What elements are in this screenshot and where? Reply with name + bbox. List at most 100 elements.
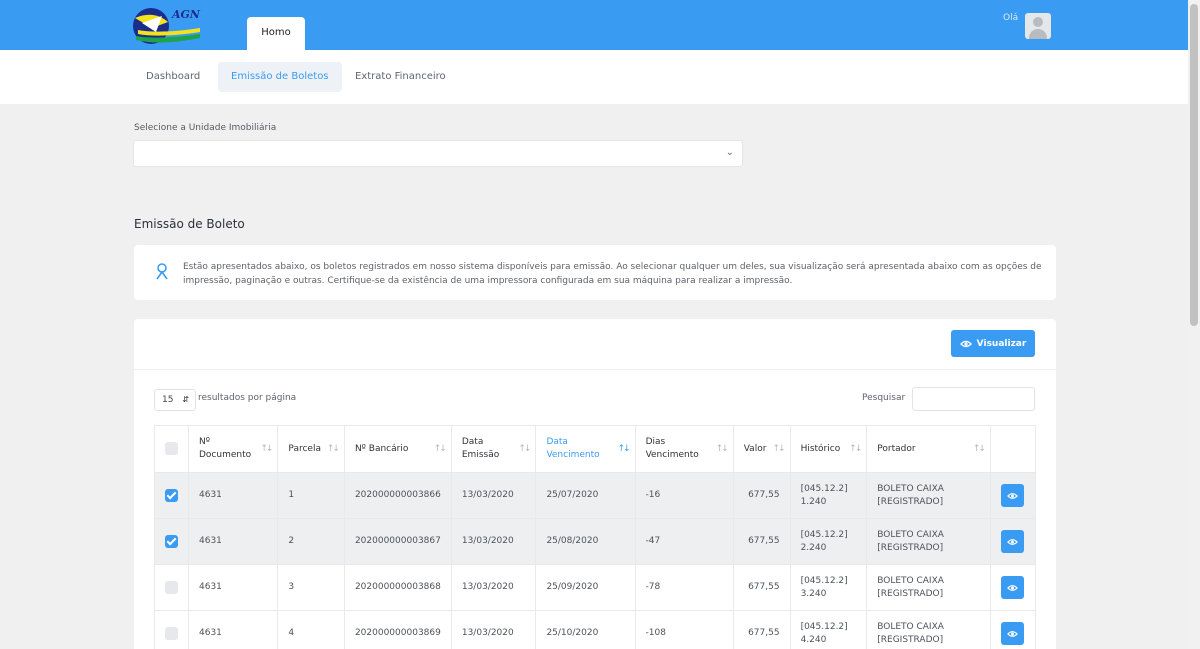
cell-portador: BOLETO CAIXA [REGISTRADO] — [866, 564, 991, 611]
subnav-item-extrato-financeiro[interactable]: Extrato Financeiro — [342, 62, 459, 92]
cell-documento: 4631 — [187, 472, 279, 519]
avatar-body-icon — [1029, 29, 1047, 39]
top-bar: AGN Homo Olá — [0, 0, 1188, 50]
row-checkbox[interactable] — [165, 580, 178, 594]
cell-vencimento: 25/08/2020 — [535, 518, 636, 565]
historico-line: [045.12.2] — [800, 621, 848, 632]
view-boleto-button[interactable] — [1000, 576, 1024, 599]
row-checkbox[interactable] — [165, 534, 178, 548]
cell-bancario: 202000000003869 — [343, 610, 452, 649]
cell-parcela: 4 — [277, 610, 345, 649]
column-header-documento[interactable]: Nº Documento ↑↓ — [187, 425, 279, 473]
eye-icon — [1007, 492, 1018, 499]
cell-dias: -47 — [634, 518, 734, 565]
unit-select-label: Selecione a Unidade Imobiliária — [134, 123, 277, 133]
eye-icon — [1007, 630, 1018, 637]
sort-icon: ↑↓ — [715, 444, 729, 454]
portador-line: [REGISTRADO] — [877, 588, 944, 599]
subnav-item-emissao-boletos[interactable]: Emissão de Boletos — [218, 62, 342, 92]
cell-actions — [989, 472, 1037, 519]
column-header-label: Vencimento — [645, 450, 699, 460]
scrollbar-thumb[interactable] — [1190, 4, 1198, 326]
avatar-head-icon — [1033, 17, 1043, 27]
column-header-bancario[interactable]: Nº Bancário ↑↓ — [343, 425, 452, 473]
search-input[interactable] — [912, 387, 1035, 411]
cell-vencimento: 25/09/2020 — [535, 564, 636, 611]
column-header-label: Parcela — [288, 443, 321, 454]
column-header-emissao[interactable]: Data Emissão ↑↓ — [450, 425, 537, 473]
cell-vencimento: 25/10/2020 — [535, 610, 636, 649]
table-row[interactable]: 4631 1 202000000003866 13/03/2020 25/07/2020… — [154, 472, 1037, 519]
select-all-checkbox[interactable] — [165, 442, 178, 455]
cell-emissao: 13/03/2020 — [450, 518, 537, 565]
avatar[interactable] — [1025, 13, 1051, 39]
column-header-label: Data — [461, 437, 484, 447]
column-header-label: Dias — [645, 437, 666, 447]
view-boleto-button[interactable] — [1000, 622, 1024, 645]
boletos-table: Nº Documento ↑↓ Parcela ↑↓ Nº Bancário ↑… — [154, 425, 1037, 649]
historico-line: 1.240 — [800, 496, 827, 507]
column-header-portador[interactable]: Portador ↑↓ — [866, 425, 991, 473]
cell-actions — [989, 564, 1037, 611]
page-size-label: resultados por página — [198, 393, 297, 403]
portador-line: BOLETO CAIXA — [877, 529, 944, 540]
column-header-parcela[interactable]: Parcela ↑↓ — [277, 425, 345, 473]
column-header-vencimento[interactable]: Data Vencimento ↑↓ — [535, 425, 636, 473]
portador-line: [REGISTRADO] — [877, 496, 944, 507]
row-checkbox[interactable] — [165, 488, 178, 502]
table-row[interactable]: 4631 3 202000000003868 13/03/2020 25/09/2020… — [154, 564, 1037, 611]
portador-line: BOLETO CAIXA — [877, 483, 944, 494]
eye-icon — [959, 340, 972, 347]
unit-select[interactable]: ⌄ — [133, 140, 743, 167]
column-header-label: Nº Bancário — [354, 443, 409, 454]
page-size-select[interactable]: 15 ⇵ — [154, 389, 196, 411]
tab-home[interactable]: Homo — [247, 17, 305, 50]
table-row[interactable]: 4631 2 202000000003867 13/03/2020 25/08/2020… — [154, 518, 1037, 565]
column-header-historico[interactable]: Histórico ↑↓ — [789, 425, 868, 473]
historico-line: 4.240 — [800, 634, 827, 645]
cell-documento: 4631 — [187, 518, 279, 565]
visualizar-button[interactable]: Visualizar — [951, 330, 1035, 357]
cell-actions — [989, 518, 1037, 565]
cell-actions — [989, 610, 1037, 649]
cell-portador: BOLETO CAIXA [REGISTRADO] — [866, 610, 991, 649]
column-header-label: Vencimento — [546, 450, 600, 460]
sort-icon: ↑↓ — [260, 444, 273, 454]
search-label: Pesquisar — [862, 393, 906, 403]
cell-parcela: 1 — [277, 472, 345, 519]
cell-dias: -16 — [634, 472, 734, 519]
column-header-label: Valor — [743, 443, 767, 454]
chevron-down-icon: ⌄ — [725, 147, 734, 158]
table-header-row: Nº Documento ↑↓ Parcela ↑↓ Nº Bancário ↑… — [154, 425, 1037, 473]
user-greeting: Olá — [1003, 13, 1019, 23]
cell-portador: BOLETO CAIXA [REGISTRADO] — [866, 472, 991, 519]
sort-icon: ↑↓ — [972, 444, 986, 454]
view-boleto-button[interactable] — [1000, 530, 1024, 553]
column-header-label: Data — [546, 437, 568, 447]
cell-historico: [045.12.2] 1.240 — [789, 472, 868, 519]
column-header-dias[interactable]: Dias Vencimento ↑↓ — [634, 425, 734, 473]
cell-dias: -108 — [634, 610, 734, 649]
view-boleto-button[interactable] — [1000, 484, 1024, 507]
row-select-cell — [154, 564, 189, 611]
agn-logo[interactable]: AGN — [132, 6, 204, 46]
sort-icon: ↑↓ — [518, 444, 531, 454]
subnav-item-dashboard[interactable]: Dashboard — [133, 62, 213, 92]
row-checkbox[interactable] — [165, 626, 178, 640]
pin-icon — [153, 261, 171, 281]
cell-bancario: 202000000003867 — [343, 518, 452, 565]
column-header-valor[interactable]: Valor ↑↓ — [732, 425, 791, 473]
row-select-cell — [154, 518, 189, 565]
info-card: Estão apresentados abaixo, os boletos re… — [134, 245, 1056, 300]
cell-valor: 677,55 — [732, 610, 791, 649]
eye-icon — [1007, 538, 1018, 545]
page-scrollbar[interactable] — [1188, 0, 1200, 649]
historico-line: [045.12.2] — [800, 529, 848, 540]
table-row[interactable]: 4631 4 202000000003869 13/03/2020 25/10/2020… — [154, 610, 1037, 649]
cell-bancario: 202000000003868 — [343, 564, 452, 611]
column-header-label: Documento — [199, 450, 252, 460]
row-select-cell — [154, 472, 189, 519]
cell-dias: -78 — [634, 564, 734, 611]
section-title: Emissão de Boleto — [134, 217, 245, 231]
cell-parcela: 3 — [277, 564, 345, 611]
